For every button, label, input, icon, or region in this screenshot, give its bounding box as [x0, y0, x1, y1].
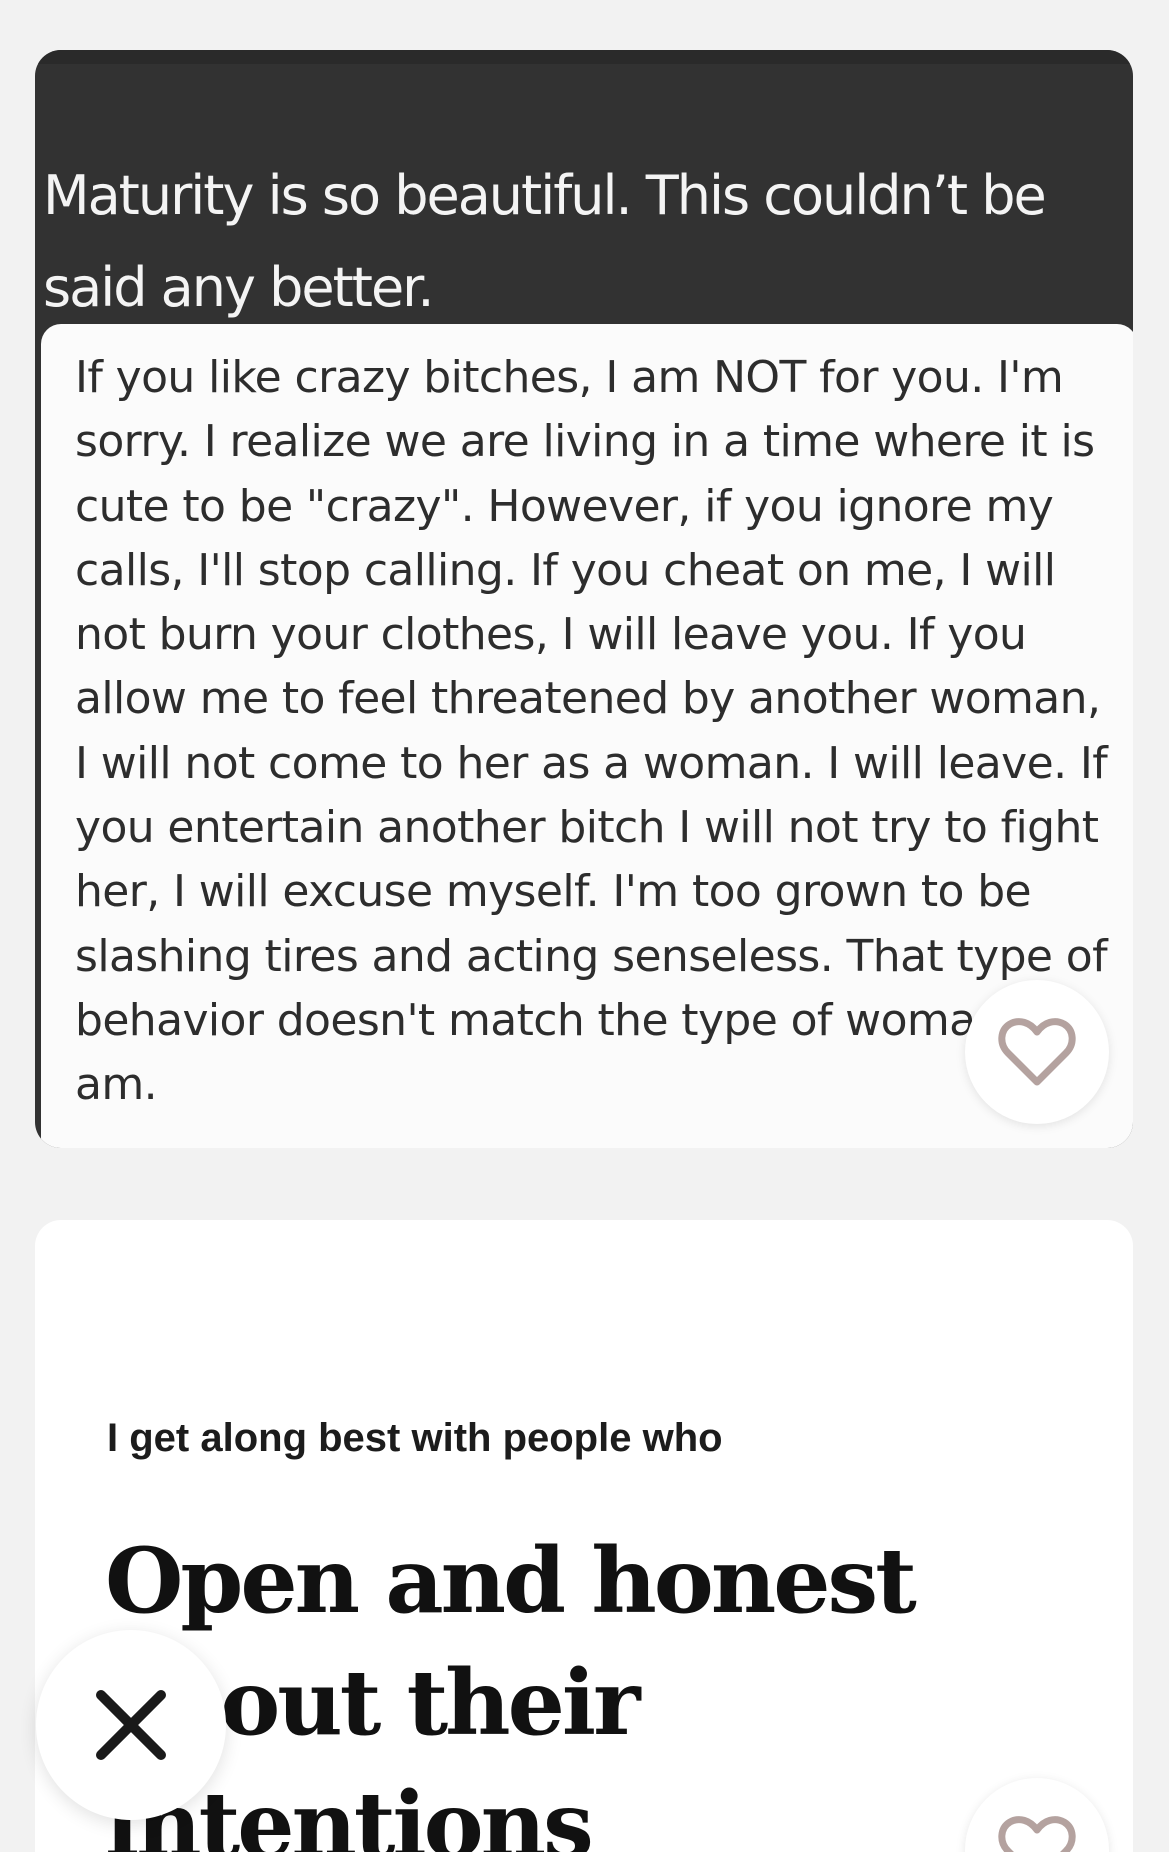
photo-card[interactable]: Maturity is so beautiful. This couldn’t …: [35, 50, 1133, 1148]
heart-icon: [998, 1816, 1076, 1852]
quote-text: If you like crazy bitches, I am NOT for …: [75, 352, 1108, 1111]
photo-like-button[interactable]: [965, 980, 1109, 1124]
close-icon: [96, 1690, 166, 1760]
prompt-answer: Open and honest about their intentions: [105, 1528, 917, 1852]
skip-button[interactable]: [36, 1630, 226, 1820]
photo-top-strip: [35, 50, 1133, 64]
profile-feed: Maturity is so beautiful. This couldn’t …: [0, 0, 1169, 1852]
photo-caption: Maturity is so beautiful. This couldn’t …: [43, 164, 1047, 319]
prompt-question: I get along best with people who: [107, 1416, 723, 1460]
heart-icon: [998, 1018, 1076, 1086]
